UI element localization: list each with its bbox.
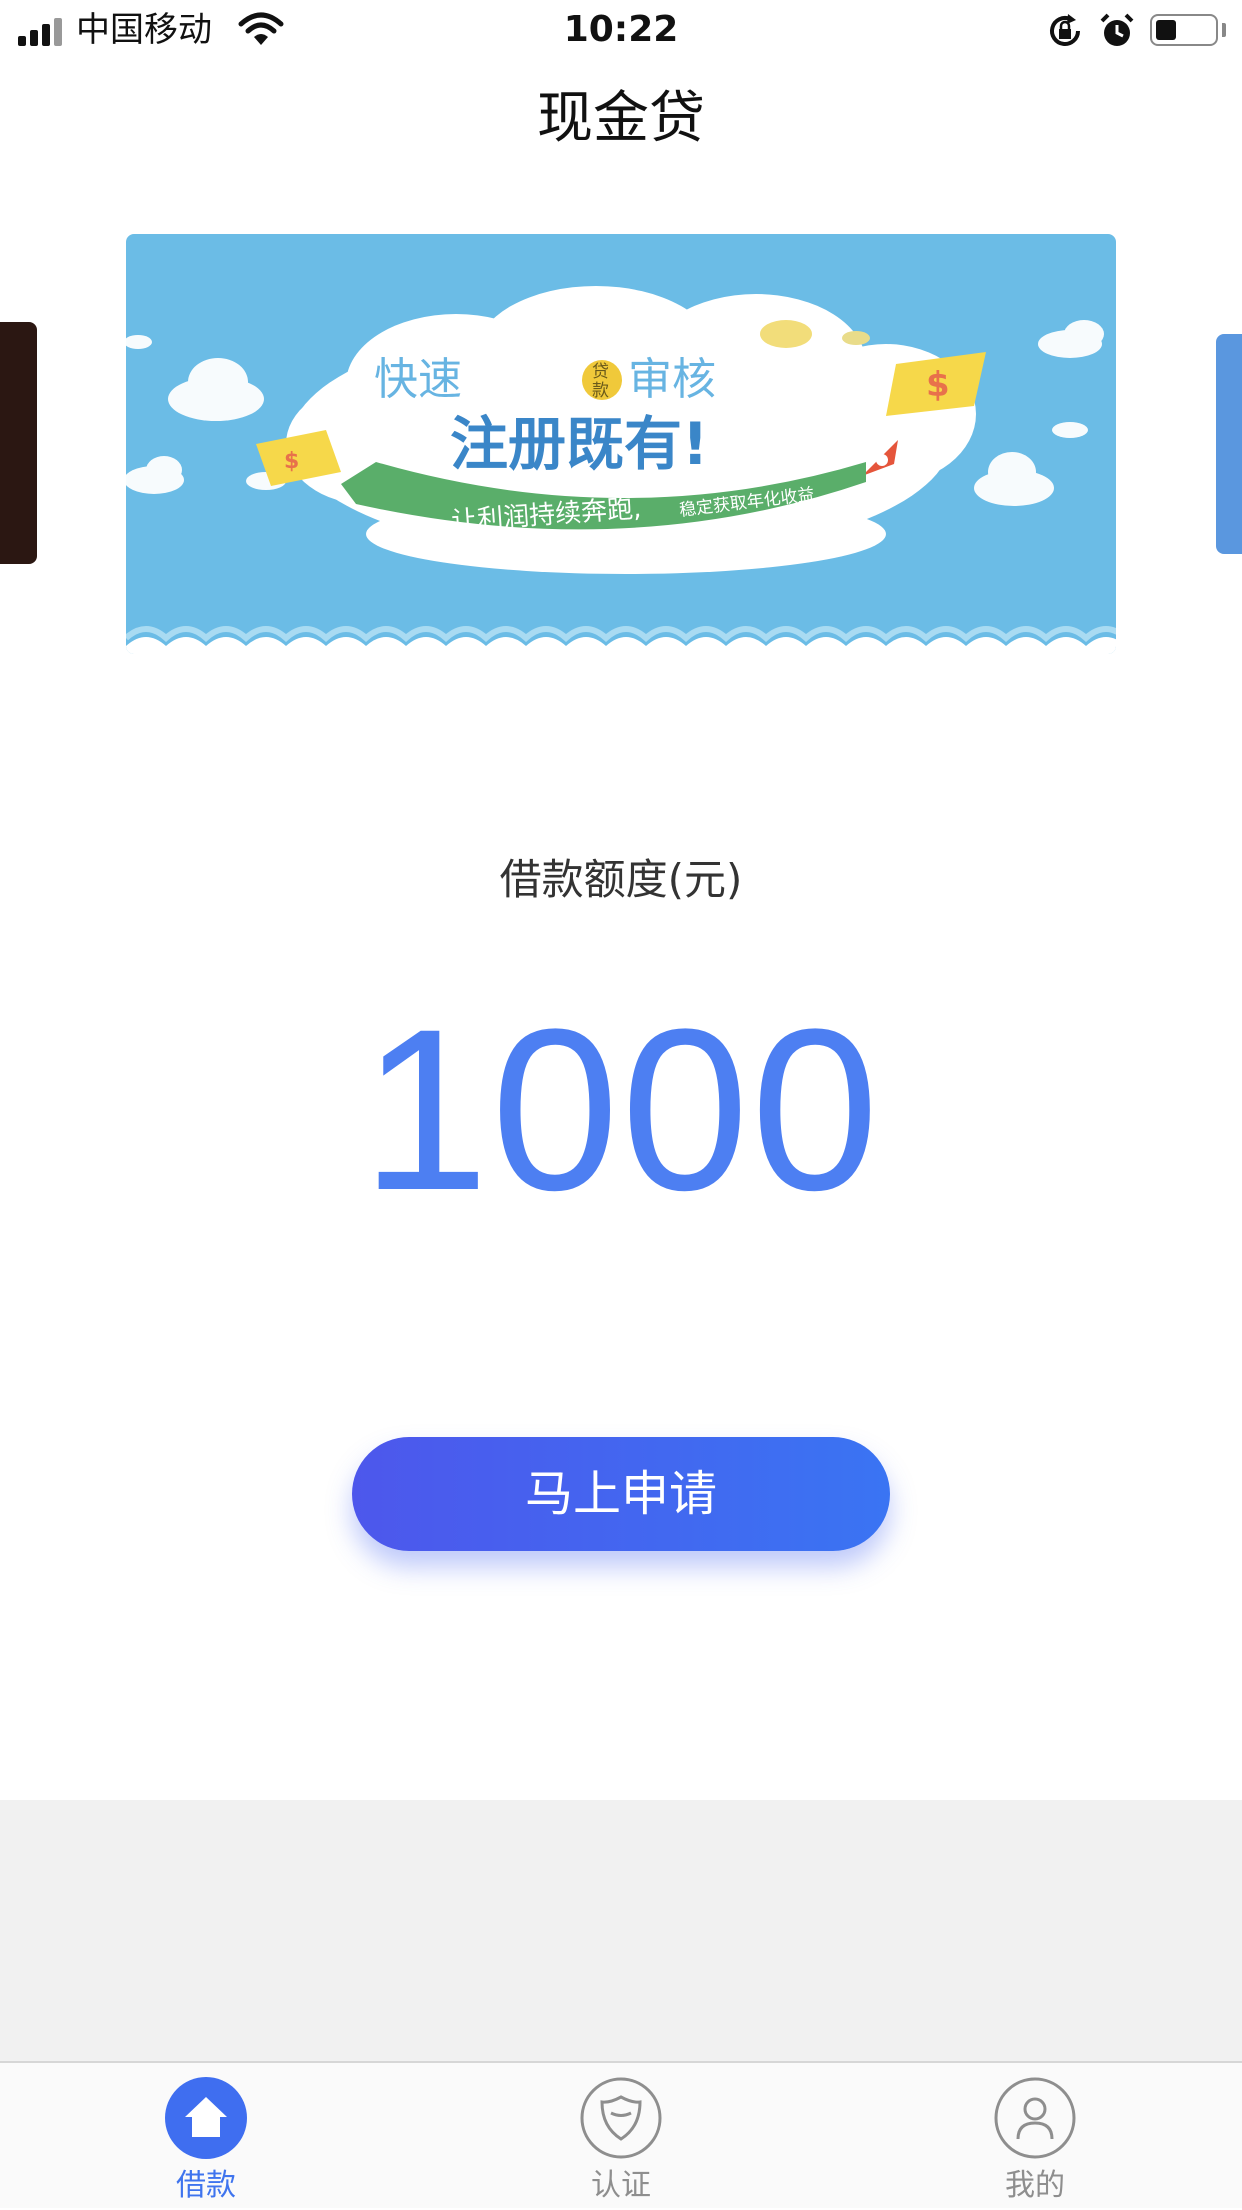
svg-text:$: $ [284,449,299,474]
promo-banner[interactable]: $ $ 快速 贷 款 审核 注册既有! 让利润持续奔跑, 稳定获取年化收益 [126,234,1116,654]
tab-bar: 借款 认证 我的 [0,2061,1242,2208]
status-bar: 中国移动 10:22 [0,0,1242,62]
svg-text:$: $ [926,365,950,405]
alarm-icon [1100,13,1134,46]
shield-icon [580,2077,662,2159]
tab-mine[interactable]: 我的 [935,2063,1135,2210]
svg-text:注册既有!: 注册既有! [450,410,708,478]
carousel-prev-slide[interactable] [0,322,37,564]
svg-text:款: 款 [592,381,609,401]
carousel-next-slide[interactable] [1216,334,1242,554]
svg-text:贷: 贷 [592,362,609,382]
home-icon [165,2077,247,2159]
tab-verification-label: 认证 [591,2168,651,2203]
rotation-lock-icon [1050,14,1080,46]
loan-quota-amount: 1000 [361,981,881,1238]
svg-text:快速: 快速 [374,354,462,405]
user-icon [994,2077,1076,2159]
svg-text:审核: 审核 [628,354,716,405]
content-footer-area [0,1800,1242,2061]
tab-verification[interactable]: 认证 [521,2063,721,2210]
loan-quota-label: 借款额度(元) [499,855,743,904]
apply-now-button[interactable]: 马上申请 [352,1437,890,1551]
battery-icon [1150,14,1218,46]
battery-cap [1222,23,1226,37]
tab-loan[interactable]: 借款 [106,2063,306,2210]
tab-mine-label: 我的 [1005,2168,1065,2203]
page-title: 现金贷 [537,86,705,151]
tab-loan-label: 借款 [176,2168,236,2203]
